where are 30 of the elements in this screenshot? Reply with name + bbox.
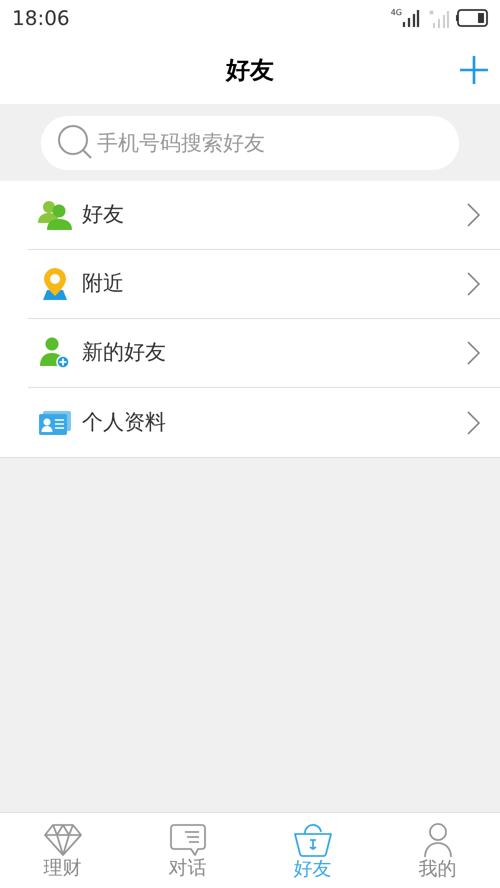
location-pin-icon [42, 268, 68, 300]
basket-icon [292, 822, 332, 858]
page-title: 好友 [226, 54, 274, 86]
person-icon [422, 822, 454, 858]
tab-bar-item[interactable]: 对话 [125, 813, 250, 888]
chevron-right-icon [467, 272, 480, 296]
add-person-icon [40, 337, 70, 369]
people-icon [38, 199, 72, 231]
battery-icon [456, 8, 488, 26]
menu-item[interactable]: 好友 [28, 181, 500, 250]
menu-label: 个人资料 [82, 408, 167, 436]
diamond-icon [44, 823, 82, 857]
menu-item[interactable]: 附近 [28, 250, 500, 319]
plus-icon [459, 55, 489, 85]
network-type: 4G [390, 8, 402, 16]
status-time: 18:06 [12, 4, 70, 32]
chevron-right-icon [467, 203, 480, 227]
tab-bar-item[interactable]: 理财 [0, 813, 125, 888]
id-card-icon [39, 410, 71, 434]
signal-icon [402, 8, 420, 26]
chevron-right-icon [467, 410, 480, 434]
search-field[interactable]: 手机号码搜索好友 [41, 116, 459, 170]
menu-label: 新的好友 [82, 339, 167, 366]
chevron-right-icon [467, 341, 480, 365]
tab-bar-item[interactable]: 我的 [375, 813, 500, 888]
chat-bubble-icon [168, 823, 206, 857]
menu-item[interactable]: 新的好友 [28, 319, 500, 388]
menu-item[interactable]: 个人资料 [28, 388, 500, 457]
menu-label: 附近 [82, 270, 125, 298]
menu-label: 好友 [82, 201, 125, 228]
